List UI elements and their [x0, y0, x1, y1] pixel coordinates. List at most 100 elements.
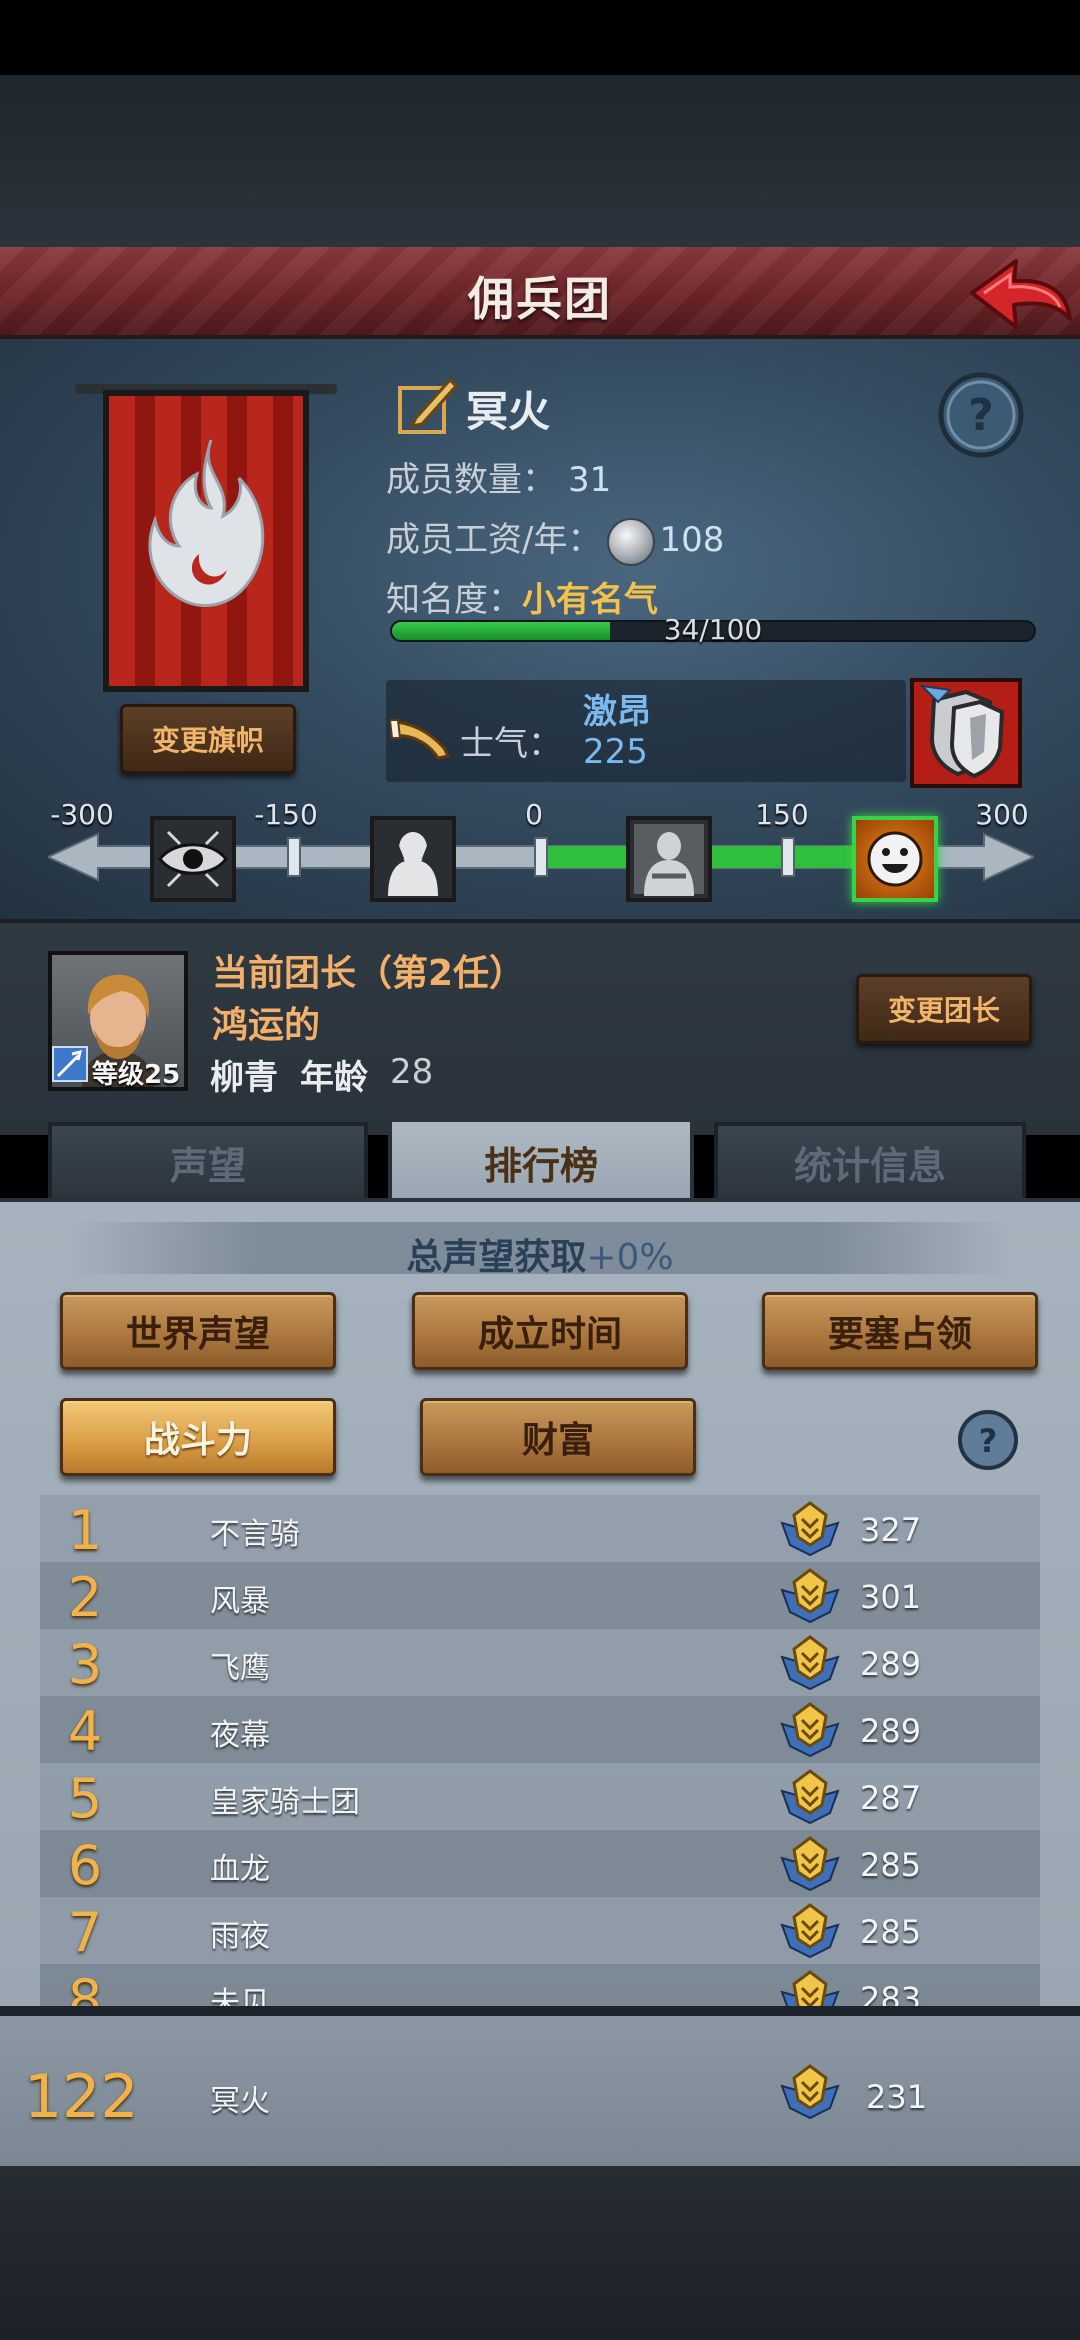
my-guild-name: 冥火 — [210, 2084, 270, 2119]
table-row[interactable]: 1 不言骑 327 — [40, 1495, 1040, 1562]
bonus-label: 总声望获取 — [406, 1237, 587, 1278]
leader-name: 柳青 — [210, 1058, 278, 1098]
total-reputation-bonus: 总声望获取+0% — [0, 1228, 1080, 1280]
members-value: 31 — [568, 460, 612, 500]
morale-state-eye[interactable] — [150, 816, 236, 902]
ranking-help-button[interactable]: ? — [956, 1408, 1020, 1472]
question-icon: ? — [938, 372, 1024, 458]
morale-state-calm[interactable] — [626, 816, 712, 902]
svg-text:?: ? — [968, 390, 994, 441]
morale-tick-label: 0 — [525, 798, 543, 831]
edit-name-icon[interactable] — [396, 374, 460, 436]
top-background — [0, 75, 1080, 247]
filter-founding-time[interactable]: 成立时间 — [412, 1292, 688, 1370]
guild-name-cell: 雨夜 — [210, 1919, 270, 1954]
rank-number: 6 — [67, 1834, 103, 1897]
change-flag-button[interactable]: 变更旗帜 — [120, 704, 296, 774]
combat-power-icon — [780, 1903, 840, 1959]
wage-value: 108 — [659, 520, 725, 560]
combat-power-value: 287 — [860, 1779, 922, 1817]
guild-name: 冥火 — [466, 387, 551, 436]
smile-icon — [867, 831, 923, 887]
shield-buff-icon[interactable] — [910, 678, 1022, 788]
back-arrow-icon — [970, 259, 1072, 329]
leader-age-label: 年龄 — [300, 1058, 368, 1098]
table-row[interactable]: 7 雨夜 285 — [40, 1897, 1040, 1964]
svg-text:?: ? — [979, 1422, 998, 1460]
combat-power-icon — [780, 1501, 840, 1557]
combat-power-value: 289 — [860, 1712, 922, 1750]
combat-power-icon — [780, 1635, 840, 1691]
table-row[interactable]: 4 夜幕 289 — [40, 1696, 1040, 1763]
change-leader-button[interactable]: 变更团长 — [856, 974, 1032, 1044]
guild-name-cell: 皇家骑士团 — [210, 1785, 360, 1820]
guild-name-cell: 夜幕 — [210, 1718, 270, 1753]
status-bar — [0, 0, 1080, 75]
flame-emblem-icon — [148, 439, 265, 607]
tab-statistics[interactable]: 统计信息 — [714, 1122, 1026, 1198]
rank-number: 2 — [67, 1566, 103, 1629]
rank-number: 5 — [67, 1767, 103, 1830]
members-row: 成员数量： 31 — [386, 452, 611, 501]
page-title: 佣兵团 — [468, 272, 612, 326]
leader-level: 等级25 — [92, 1060, 181, 1090]
guild-name-cell: 飞鹰 — [210, 1651, 270, 1686]
members-label: 成员数量： — [386, 460, 556, 500]
combat-power-value: 285 — [860, 1846, 922, 1884]
back-button[interactable] — [966, 253, 1076, 339]
rank-number: 3 — [67, 1633, 103, 1696]
combat-power-value: 289 — [860, 1645, 922, 1683]
filter-combat-power[interactable]: 战斗力 — [60, 1398, 336, 1476]
filter-fortress-occupation[interactable]: 要塞占领 — [762, 1292, 1038, 1370]
combat-power-value: 327 — [860, 1511, 922, 1549]
despair-icon — [388, 832, 438, 896]
table-row[interactable]: 6 血龙 285 — [40, 1830, 1040, 1897]
leader-trait: 鸿运的 — [212, 1005, 321, 1046]
sword-icon — [56, 1049, 83, 1078]
combat-power-icon — [780, 1568, 840, 1624]
bottom-background — [0, 2166, 1080, 2340]
my-guild-power: 231 — [866, 2078, 928, 2116]
eye-icon — [158, 830, 228, 888]
guild-banner[interactable] — [103, 390, 309, 692]
combat-power-value: 301 — [860, 1578, 922, 1616]
combat-power-icon — [780, 1702, 840, 1758]
table-row[interactable]: 5 皇家骑士团 287 — [40, 1763, 1040, 1830]
list-divider — [0, 2006, 1080, 2016]
morale-word: 激昂 — [583, 692, 651, 732]
horn-icon — [388, 719, 451, 760]
tab-reputation[interactable]: 声望 — [48, 1122, 368, 1198]
combat-power-icon — [780, 1970, 840, 2007]
table-row[interactable]: 8 未见 283 — [40, 1964, 1040, 2007]
combat-power-value: 285 — [860, 1913, 922, 1951]
combat-power-icon — [780, 1769, 840, 1825]
guild-name-cell: 风暴 — [210, 1584, 270, 1619]
combat-power-value: 283 — [860, 1980, 922, 2007]
morale-tick-label: -150 — [254, 798, 318, 831]
guild-name-cell: 未见 — [210, 1986, 270, 2007]
morale-tick-label: 300 — [975, 798, 1029, 831]
title-bar: 佣兵团 — [0, 247, 1080, 339]
rank-number: 1 — [67, 1499, 103, 1562]
tab-leaderboard[interactable]: 排行榜 — [388, 1118, 694, 1202]
silver-coin-icon — [607, 517, 656, 566]
class-icon — [52, 1046, 88, 1082]
question-icon: ? — [958, 1410, 1018, 1470]
fame-progress-text: 34/100 — [663, 613, 763, 646]
shield-icon — [919, 684, 1005, 779]
wage-row: 成员工资/年： 108 — [386, 512, 724, 566]
morale-state-despair[interactable] — [370, 816, 456, 902]
filter-wealth[interactable]: 财富 — [420, 1398, 696, 1476]
help-button[interactable]: ? — [936, 370, 1026, 460]
calm-icon — [634, 824, 704, 896]
wage-label: 成员工资/年： — [386, 520, 602, 560]
table-row[interactable]: 2 风暴 301 — [40, 1562, 1040, 1629]
guild-name-cell: 不言骑 — [210, 1517, 300, 1552]
morale-label: 士气： — [460, 724, 562, 764]
rank-number: 7 — [67, 1901, 103, 1964]
filter-world-reputation[interactable]: 世界声望 — [60, 1292, 336, 1370]
morale-state-excited[interactable] — [852, 816, 938, 902]
leader-age: 28 — [390, 1052, 434, 1092]
table-row[interactable]: 3 飞鹰 289 — [40, 1629, 1040, 1696]
ranking-list[interactable]: 1 不言骑 327 2 风暴 301 3 飞鹰 289 4 夜幕 289 5 皇家骑士团 287 6 血龙 285… — [0, 1495, 1080, 2007]
